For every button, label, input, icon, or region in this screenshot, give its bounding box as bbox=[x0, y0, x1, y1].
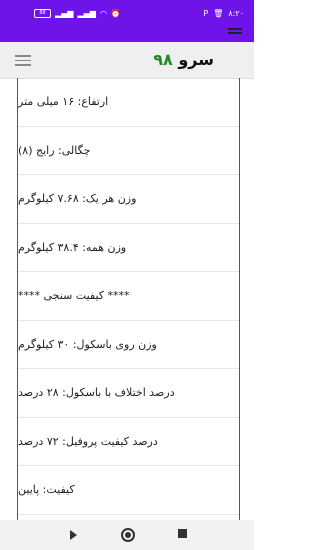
trash-icon: 🗑 bbox=[213, 9, 224, 18]
list-item: کیفیت: پایین bbox=[18, 466, 239, 515]
list-item: وزن روی باسکول: ۳۰ کیلوگرم bbox=[18, 321, 239, 369]
hamburger-icon[interactable] bbox=[15, 55, 31, 66]
list-item: چگالی: رایج (۸) bbox=[18, 127, 239, 175]
back-icon[interactable] bbox=[70, 530, 77, 540]
alarm-icon: ⏰ bbox=[110, 9, 121, 18]
status-indicator: P bbox=[203, 9, 209, 18]
battery-icon: 88 bbox=[34, 9, 51, 18]
accent-bar bbox=[0, 27, 254, 42]
result-list: ارتفاع: ۱۶ میلی متر چگالی: رایج (۸) وزن … bbox=[17, 78, 240, 520]
signal2-icon: ▂▄▆ bbox=[77, 9, 96, 18]
logo-text: سرو bbox=[178, 50, 214, 69]
status-left: 88 ▂▄▆ ▂▄▆ ◠ ⏰ bbox=[34, 9, 121, 18]
top-menu-icon[interactable] bbox=[228, 28, 242, 38]
list-item: ارتفاع: ۱۶ میلی متر bbox=[18, 78, 239, 127]
list-item: درصد اختلاف با باسکول: ۲۸ درصد bbox=[18, 369, 239, 418]
list-item: وزن همه: ۳۸.۴ کیلوگرم bbox=[18, 224, 239, 272]
home-icon[interactable] bbox=[121, 528, 135, 542]
app-bar: سرو ۹۸ bbox=[0, 42, 254, 79]
status-bar: 88 ▂▄▆ ▂▄▆ ◠ ⏰ P 🗑 ۸:۲۰ bbox=[0, 0, 254, 27]
status-right: P 🗑 ۸:۲۰ bbox=[203, 9, 244, 18]
list-item: وزن هر یک: ۷.۶۸ کیلوگرم bbox=[18, 175, 239, 224]
list-item: **** کیفیت سنجی **** bbox=[18, 272, 239, 321]
recent-apps-icon[interactable] bbox=[178, 529, 187, 538]
logo: سرو ۹۸ bbox=[153, 50, 214, 69]
navigation-bar bbox=[0, 520, 254, 550]
logo-number: ۹۸ bbox=[153, 50, 173, 69]
status-time: ۸:۲۰ bbox=[228, 9, 244, 18]
list-item: درصد کیفیت پروفیل: ۷۲ درصد bbox=[18, 418, 239, 466]
wifi-icon: ◠ bbox=[99, 9, 107, 18]
signal-icon: ▂▄▆ bbox=[55, 9, 74, 18]
